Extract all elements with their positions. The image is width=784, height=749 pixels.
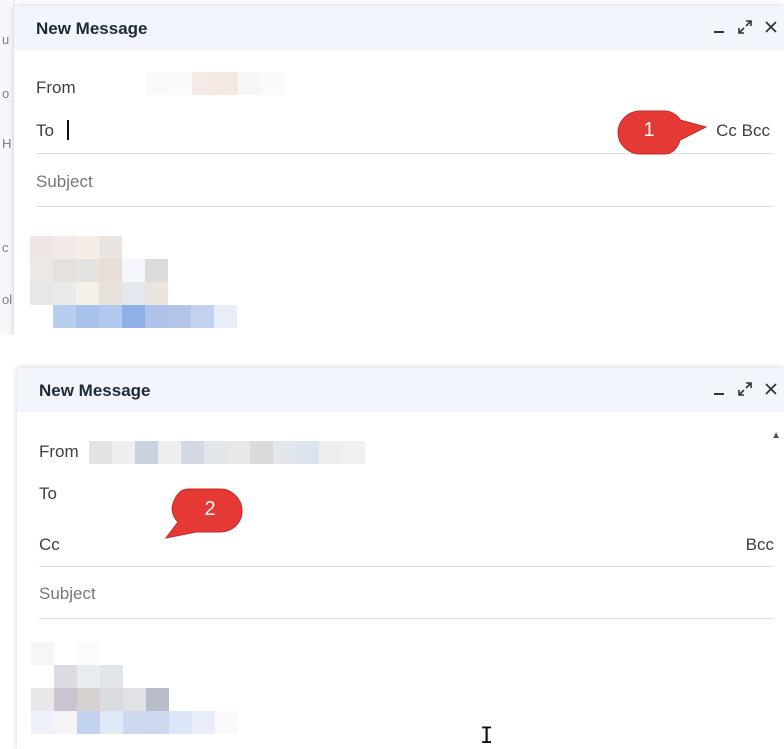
callout-marker-2: 2 xyxy=(160,486,250,542)
background-app-edge: u o H c ol xyxy=(0,0,15,335)
expand-icon[interactable] xyxy=(736,378,754,400)
subject-divider xyxy=(36,206,774,207)
minimize-icon[interactable] xyxy=(710,378,728,400)
close-icon[interactable] xyxy=(762,16,780,38)
compose-title-bar[interactable]: New Message xyxy=(14,6,784,50)
from-label: From xyxy=(36,78,76,97)
window-controls xyxy=(710,16,780,38)
compose-title-bar[interactable]: New Message xyxy=(17,368,784,412)
text-cursor-icon: I xyxy=(480,724,494,749)
subject-divider xyxy=(39,618,774,619)
callout-number: 1 xyxy=(643,119,655,141)
callout-number: 2 xyxy=(204,498,216,520)
bcc-link[interactable]: Bcc xyxy=(746,535,774,555)
to-row[interactable]: To xyxy=(39,472,774,522)
compose-title: New Message xyxy=(36,19,148,38)
subject-input[interactable]: Subject xyxy=(36,172,93,192)
cc-label: Cc xyxy=(39,535,60,554)
compose-title: New Message xyxy=(39,381,151,400)
screenshot-panel-2: New Message ▲ From To Cc Bcc Subject 2 I xyxy=(0,362,784,749)
cc-divider xyxy=(39,566,774,567)
subject-input[interactable]: Subject xyxy=(39,584,96,604)
cc-bcc-link[interactable]: Cc Bcc xyxy=(716,121,770,141)
redacted-body xyxy=(30,236,237,328)
from-label: From xyxy=(39,442,79,461)
close-icon[interactable] xyxy=(762,378,780,400)
minimize-icon[interactable] xyxy=(710,16,728,38)
compose-window: New Message From To Cc Bcc Subject xyxy=(14,6,784,335)
text-caret xyxy=(67,120,69,140)
to-label: To xyxy=(39,484,57,503)
redacted-body xyxy=(31,642,238,734)
redacted-sender xyxy=(146,72,353,95)
screenshot-panel-1: u o H c ol New Message From To Cc Bcc Su… xyxy=(0,0,784,335)
redacted-sender xyxy=(89,441,388,464)
to-label: To xyxy=(36,121,54,140)
window-controls xyxy=(710,378,780,400)
callout-marker-1: 1 xyxy=(610,108,710,158)
compose-window: New Message ▲ From To Cc Bcc Subject xyxy=(17,368,784,749)
expand-icon[interactable] xyxy=(736,16,754,38)
